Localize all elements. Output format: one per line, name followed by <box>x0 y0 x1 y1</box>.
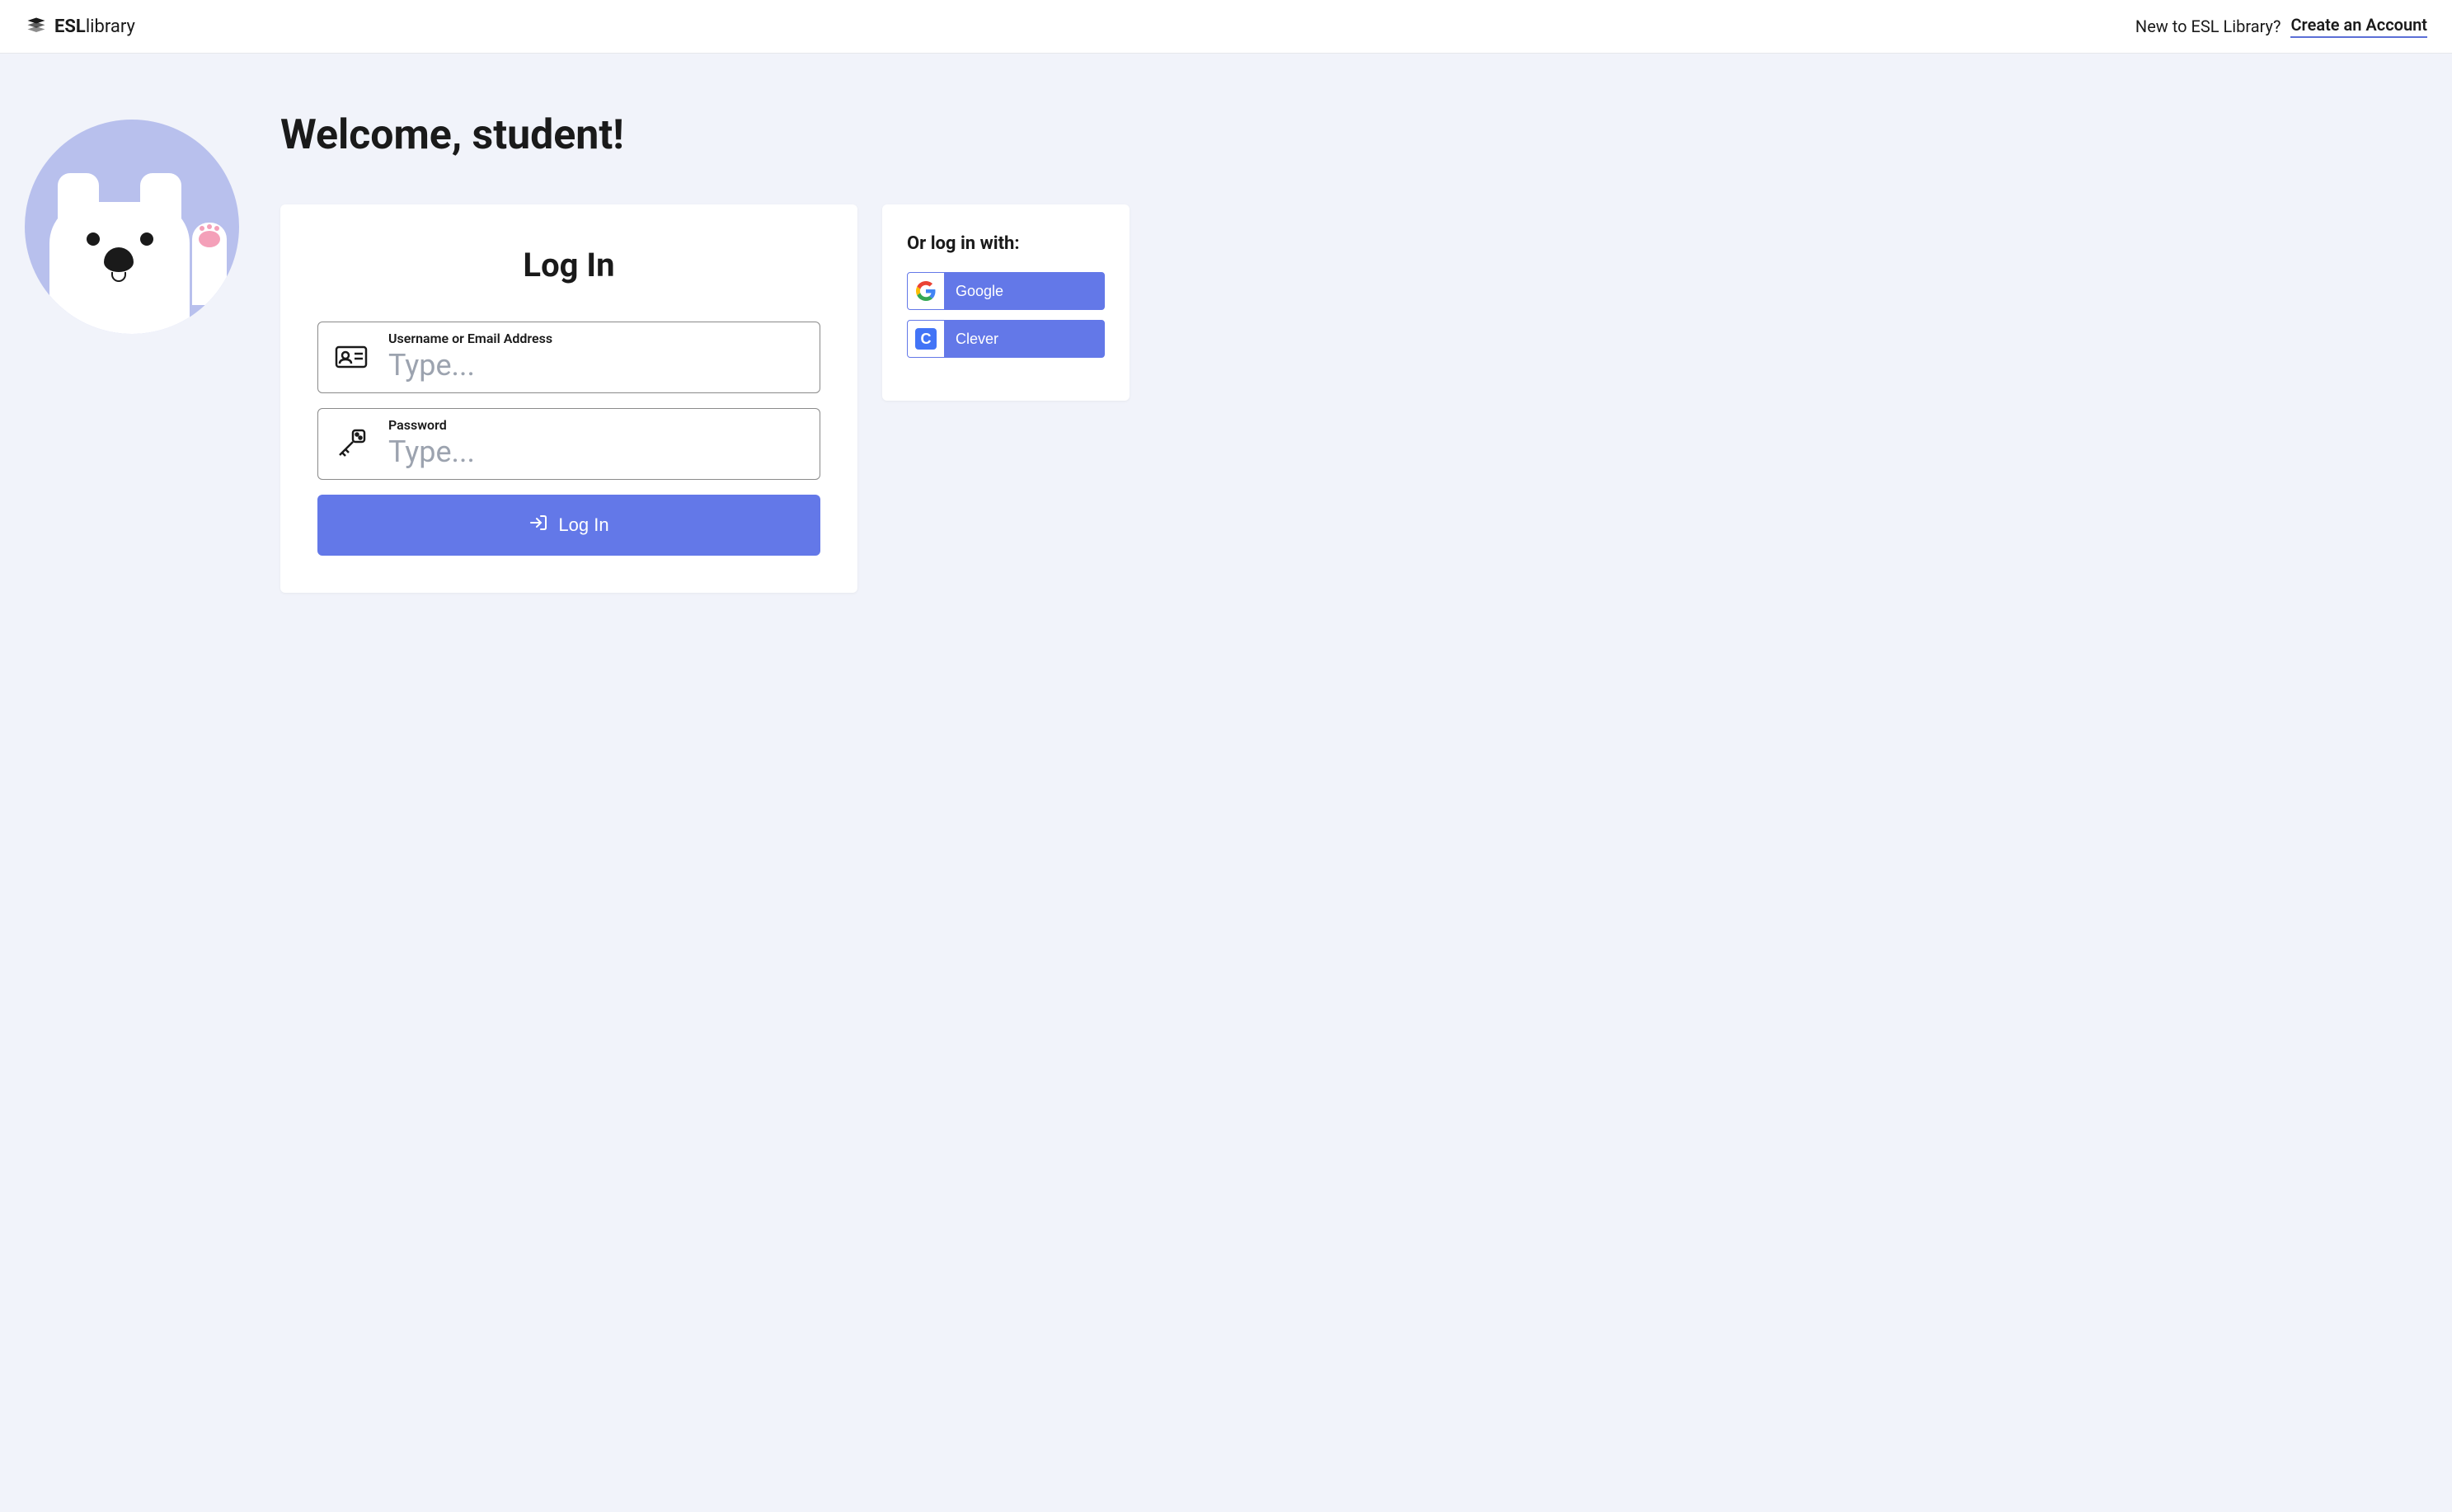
id-card-icon <box>335 340 368 373</box>
svg-text:C: C <box>921 331 932 347</box>
cards-row: Log In Username or Email Address <box>280 204 1212 593</box>
login-button[interactable]: Log In <box>317 495 820 556</box>
logo-text: ESLlibrary <box>54 16 135 37</box>
mascot-container <box>25 111 247 334</box>
username-group[interactable]: Username or Email Address <box>317 322 820 393</box>
content-area: Welcome, student! Log In <box>280 111 1212 593</box>
mascot-icon <box>25 120 239 334</box>
clever-label: Clever <box>944 321 1104 357</box>
password-group[interactable]: Password <box>317 408 820 480</box>
clever-login-button[interactable]: C Clever <box>907 320 1105 358</box>
page-header: ESLlibrary New to ESL Library? Create an… <box>0 0 2452 54</box>
password-label: Password <box>388 417 803 433</box>
oauth-card: Or log in with: Google <box>882 204 1130 401</box>
oauth-title: Or log in with: <box>907 233 1105 254</box>
login-card: Log In Username or Email Address <box>280 204 857 593</box>
logo[interactable]: ESLlibrary <box>25 15 135 38</box>
google-icon <box>908 273 944 309</box>
welcome-heading: Welcome, student! <box>280 111 1212 159</box>
username-label: Username or Email Address <box>388 331 803 346</box>
key-icon <box>335 427 368 460</box>
logo-icon <box>25 15 48 38</box>
main-container: Welcome, student! Log In <box>0 54 1237 626</box>
google-login-button[interactable]: Google <box>907 272 1105 310</box>
header-right: New to ESL Library? Create an Account <box>2135 15 2427 38</box>
create-account-link[interactable]: Create an Account <box>2290 15 2427 38</box>
google-label: Google <box>944 273 1104 309</box>
login-arrow-icon <box>528 513 548 538</box>
password-input[interactable] <box>388 434 803 469</box>
login-button-label: Log In <box>558 514 608 536</box>
login-title: Log In <box>317 246 820 284</box>
signup-prompt: New to ESL Library? <box>2135 16 2281 36</box>
username-input[interactable] <box>388 348 803 383</box>
clever-icon: C <box>908 321 944 357</box>
